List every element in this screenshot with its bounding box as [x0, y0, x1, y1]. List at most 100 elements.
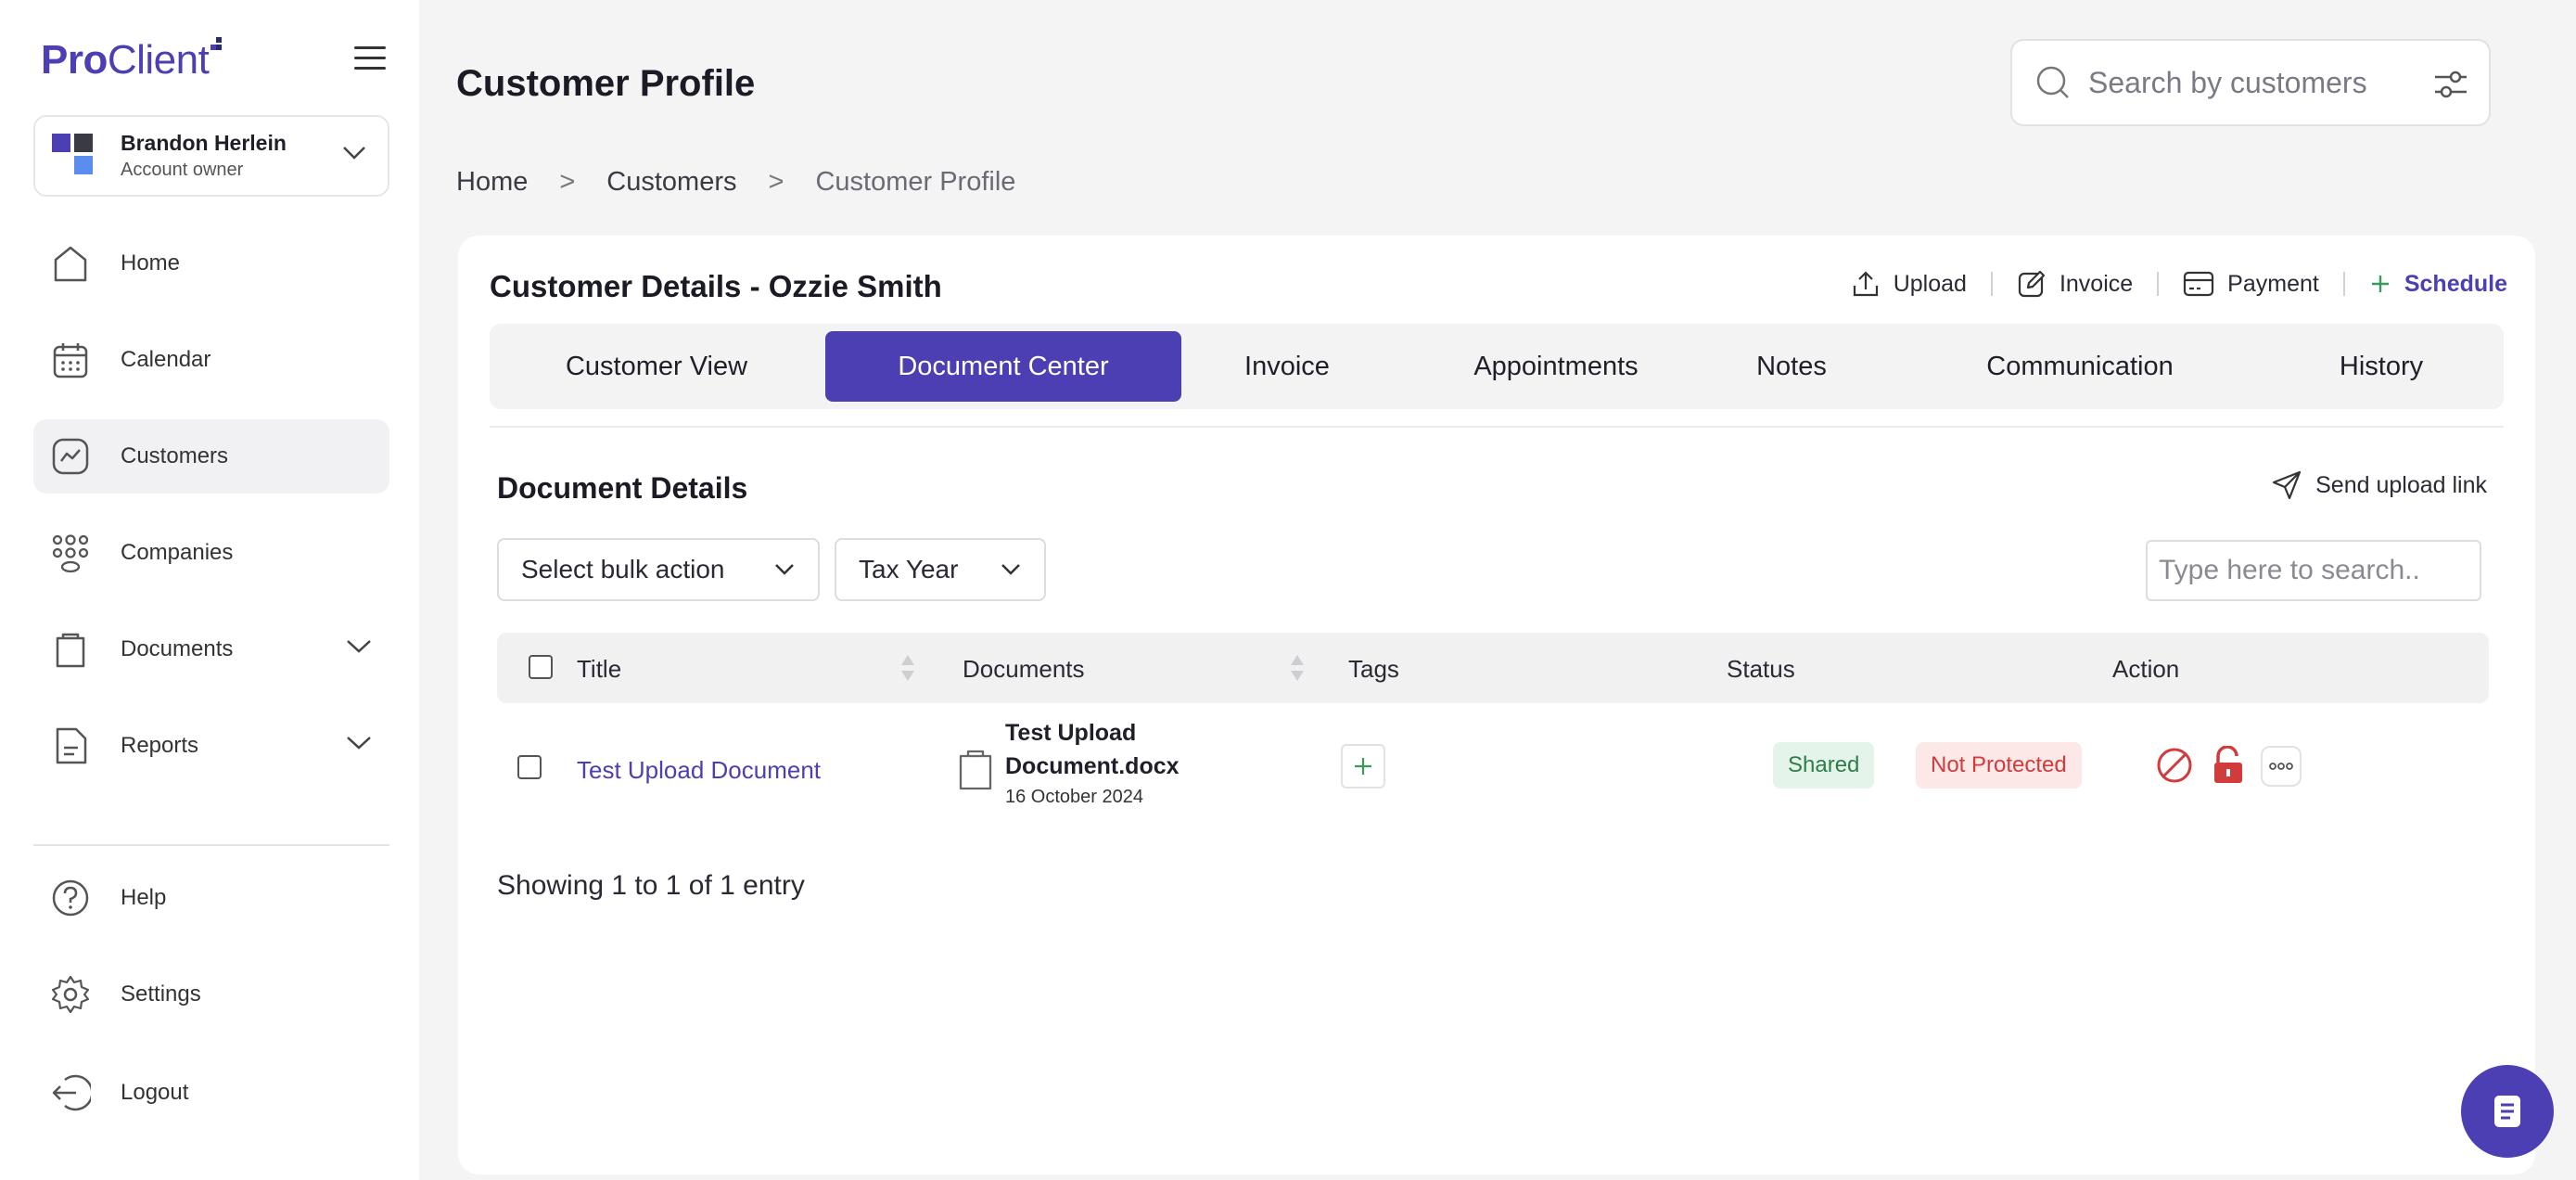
column-header-title[interactable]: Title — [577, 655, 621, 684]
app: Pro Client Brandon Herlein Account owner … — [0, 0, 2576, 1180]
tab-communication[interactable]: Communication — [1955, 331, 2205, 402]
search-icon — [2036, 66, 2069, 98]
tab-document-center[interactable]: Document Center — [825, 331, 1181, 402]
send-upload-link-button[interactable]: Send upload link — [2271, 469, 2487, 501]
sort-icon[interactable] — [1289, 651, 1306, 685]
column-header-status: Status — [1727, 655, 1795, 683]
more-icon — [2269, 763, 2293, 770]
sidebar-item-label: Calendar — [121, 347, 211, 372]
sidebar-item-calendar[interactable]: Calendar — [33, 323, 389, 397]
status-badge-not-protected: Not Protected — [1916, 742, 2082, 789]
action-separator — [2342, 272, 2345, 296]
breadcrumb-separator: > — [559, 167, 576, 197]
logo-dots-icon — [210, 37, 225, 52]
customer-details-card: Customer Details - Ozzie Smith Upload In… — [458, 236, 2535, 1174]
customer-search — [2010, 39, 2491, 126]
document-file-name[interactable]: Test Upload Document.docx — [1005, 716, 1209, 783]
send-upload-link-label: Send upload link — [2315, 471, 2487, 498]
tab-notes[interactable]: Notes — [1727, 331, 1856, 402]
sidebar: Pro Client Brandon Herlein Account owner … — [0, 0, 419, 1180]
invoice-button[interactable]: Invoice — [2017, 269, 2133, 299]
gear-icon — [48, 972, 93, 1017]
logo-pro-text: Pro — [41, 37, 108, 83]
breadcrumb-customers[interactable]: Customers — [606, 167, 736, 198]
card-title: Customer Details - Ozzie Smith — [490, 269, 942, 303]
sidebar-item-customers[interactable]: Customers — [33, 419, 389, 494]
sidebar-item-documents[interactable]: Documents — [33, 612, 389, 686]
report-icon — [48, 724, 93, 768]
select-all-checkbox[interactable] — [529, 655, 553, 679]
sidebar-item-label: Settings — [121, 981, 201, 1007]
action-separator — [2157, 272, 2160, 296]
invoice-label: Invoice — [2059, 270, 2134, 297]
status-badge-shared: Shared — [1773, 742, 1875, 789]
logo-client-text: Client — [107, 37, 210, 83]
bulk-action-select[interactable]: Select bulk action — [497, 538, 820, 601]
page-title: Customer Profile — [456, 63, 756, 104]
chat-icon — [2494, 1096, 2520, 1127]
companies-icon — [48, 531, 93, 575]
card-icon — [2184, 271, 2214, 297]
upload-button[interactable]: Upload — [1851, 269, 1967, 299]
schedule-button[interactable]: Schedule — [2369, 271, 2507, 298]
account-name: Brandon Herlein — [121, 131, 287, 155]
sidebar-item-label: Companies — [121, 540, 234, 565]
action-separator — [1990, 272, 1993, 296]
chevron-down-icon — [347, 640, 371, 653]
tab-bar: Customer View Document Center Invoice Ap… — [490, 324, 2504, 409]
logout-icon — [48, 1071, 93, 1115]
breadcrumb-separator: > — [768, 167, 784, 197]
sidebar-divider — [33, 844, 389, 846]
help-icon — [48, 876, 93, 920]
tab-appointments[interactable]: Appointments — [1445, 331, 1667, 402]
sidebar-item-help[interactable]: Help — [33, 861, 389, 935]
breadcrumb-home[interactable]: Home — [456, 167, 528, 198]
add-tag-button[interactable] — [1341, 744, 1385, 789]
calendar-icon — [48, 338, 93, 382]
payment-button[interactable]: Payment — [2183, 270, 2319, 298]
column-header-documents[interactable]: Documents — [963, 655, 1085, 684]
block-icon[interactable] — [2155, 746, 2194, 785]
plus-icon — [2371, 276, 2389, 292]
sidebar-item-companies[interactable]: Companies — [33, 516, 389, 590]
tab-customer-view[interactable]: Customer View — [527, 331, 786, 402]
sidebar-item-home[interactable]: Home — [33, 226, 389, 301]
plus-icon — [1355, 758, 1371, 775]
sidebar-item-reports[interactable]: Reports — [33, 709, 389, 783]
schedule-label: Schedule — [2404, 270, 2507, 297]
tab-history[interactable]: History — [2307, 331, 2455, 402]
chat-button[interactable] — [2461, 1065, 2554, 1158]
card-divider — [490, 426, 2504, 428]
sort-icon[interactable] — [899, 651, 916, 685]
sidebar-item-label: Help — [121, 885, 167, 910]
table-row: Test Upload Document Test Upload Documen… — [497, 703, 2489, 833]
sidebar-item-label: Customers — [121, 443, 229, 468]
customer-search-input[interactable] — [2088, 65, 2441, 100]
home-icon — [48, 241, 93, 286]
filter-icon[interactable] — [2433, 69, 2468, 100]
upload-icon — [1853, 271, 1878, 297]
more-options-button[interactable] — [2261, 746, 2302, 787]
clipboard-icon — [959, 750, 992, 790]
document-date: 16 October 2024 — [1005, 787, 1143, 807]
account-avatar — [52, 134, 96, 178]
document-search-input[interactable] — [2148, 542, 2480, 599]
tab-invoice[interactable]: Invoice — [1213, 331, 1361, 402]
sidebar-item-label: Logout — [121, 1080, 189, 1105]
section-title: Document Details — [497, 471, 748, 505]
unlock-icon[interactable] — [2211, 746, 2246, 785]
row-checkbox[interactable] — [517, 755, 542, 779]
account-switcher[interactable]: Brandon Herlein Account owner — [33, 115, 389, 197]
tax-year-select[interactable]: Tax Year — [835, 538, 1046, 601]
sidebar-item-settings[interactable]: Settings — [33, 957, 389, 1032]
breadcrumb: Home > Customers > Customer Profile — [456, 167, 1015, 198]
menu-toggle-icon[interactable] — [354, 46, 386, 72]
sidebar-item-logout[interactable]: Logout — [33, 1056, 389, 1130]
logo: Pro Client — [41, 37, 225, 83]
card-actions: Upload Invoice Payment Schedule — [1851, 269, 2507, 299]
table-header: Title Documents Tags Status Action — [497, 633, 2489, 703]
tax-year-value: Tax Year — [859, 555, 959, 584]
document-title-link[interactable]: Test Upload Document — [577, 756, 821, 785]
send-icon — [2273, 470, 2302, 500]
sidebar-item-label: Reports — [121, 733, 199, 758]
